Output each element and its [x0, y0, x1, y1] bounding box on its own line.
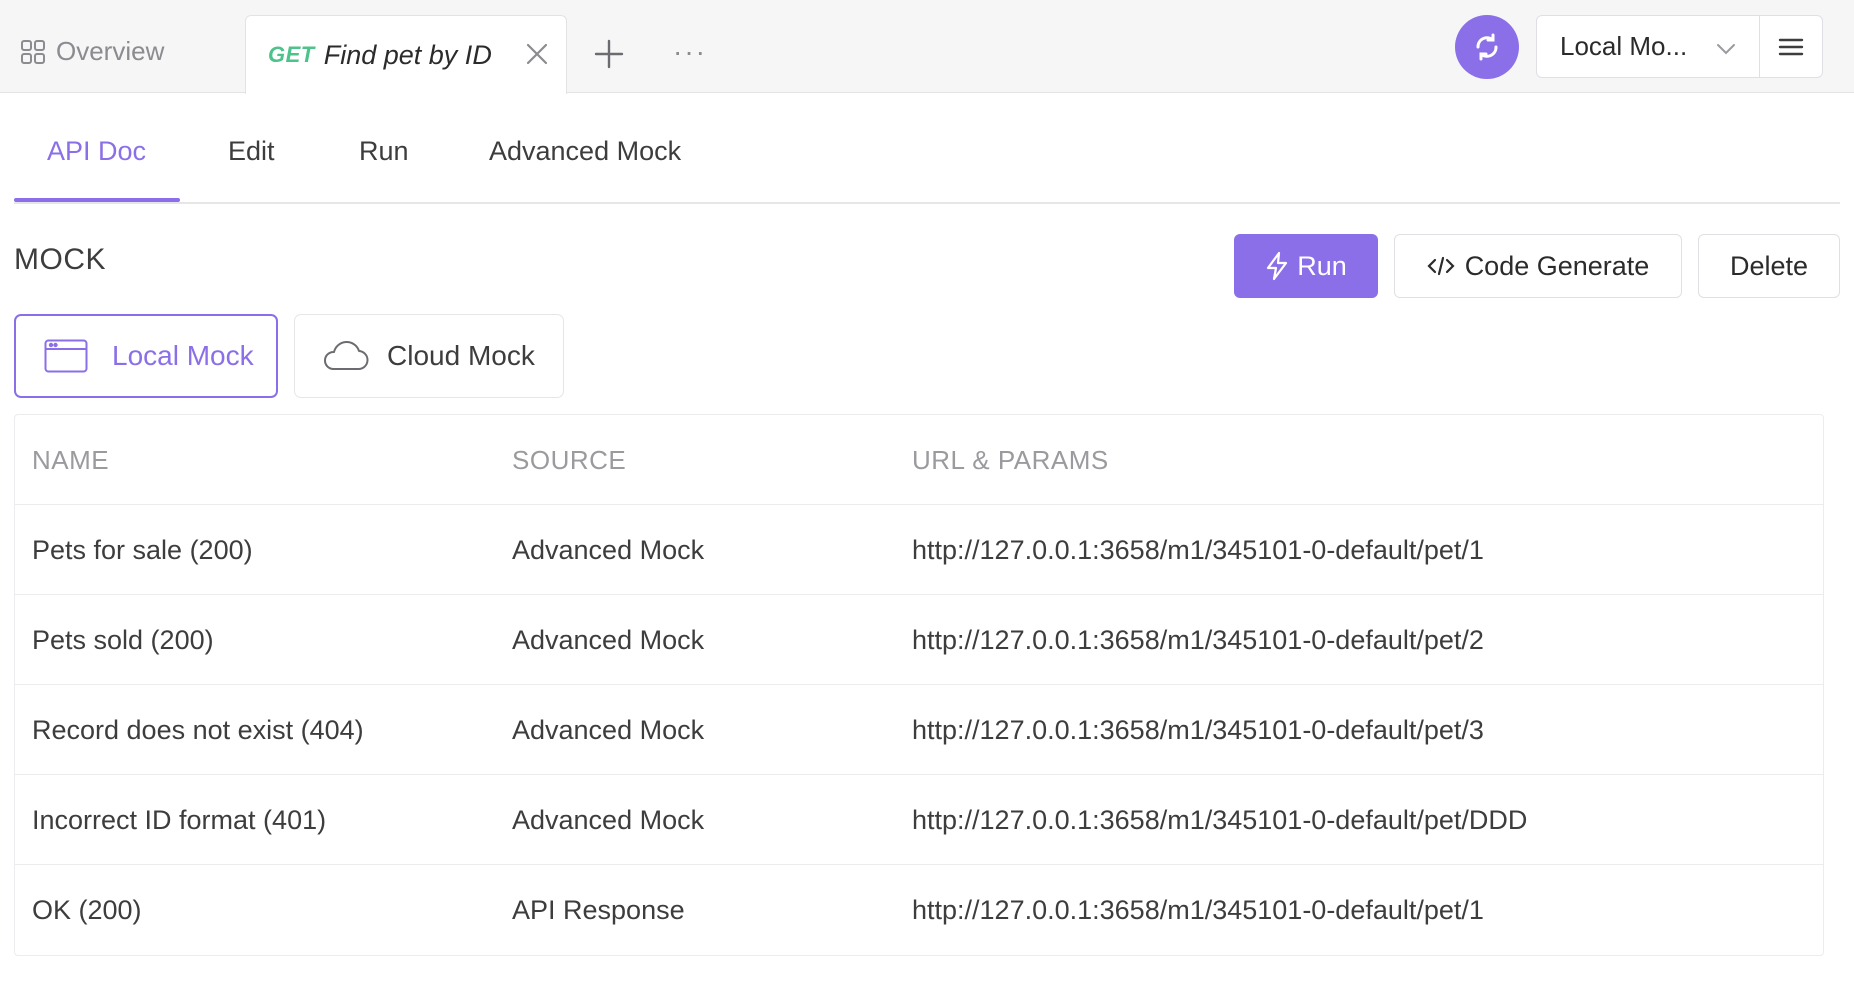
run-button-label: Run — [1297, 250, 1347, 281]
column-header-url-params: URL & PARAMS — [912, 444, 1109, 475]
table-row[interactable]: Record does not exist (404) Advanced Moc… — [15, 685, 1823, 775]
column-header-name: NAME — [32, 444, 110, 475]
cloud-mock-option[interactable]: Cloud Mock — [294, 314, 564, 398]
sync-button[interactable] — [1455, 15, 1519, 79]
column-header-source: SOURCE — [512, 444, 627, 475]
tab-overview[interactable]: Overview — [20, 36, 164, 67]
api-subtabs: API Doc Edit Run Advanced Mock — [14, 92, 1840, 204]
cell-source: Advanced Mock — [512, 534, 705, 565]
cell-url[interactable]: http://127.0.0.1:3658/m1/345101-0-defaul… — [912, 595, 1484, 685]
tab-find-pet-by-id[interactable]: GET Find pet by ID — [245, 15, 567, 94]
more-tabs-button[interactable]: ··· — [673, 36, 707, 68]
tab-title: Find pet by ID — [323, 39, 492, 70]
cell-source: API Response — [512, 894, 685, 925]
cell-url[interactable]: http://127.0.0.1:3658/m1/345101-0-defaul… — [912, 865, 1484, 955]
menu-button[interactable] — [1759, 15, 1823, 78]
subtab-run[interactable]: Run — [359, 136, 409, 167]
lightning-icon — [1267, 251, 1288, 281]
code-icon — [1427, 256, 1455, 276]
plus-icon[interactable] — [593, 38, 625, 70]
section-title: MOCK — [14, 243, 106, 276]
environment-value: Local Mo... — [1560, 31, 1688, 61]
cell-url[interactable]: http://127.0.0.1:3658/m1/345101-0-defaul… — [912, 505, 1484, 595]
table-row[interactable]: Pets sold (200) Advanced Mock http://127… — [15, 595, 1823, 685]
cell-name: Incorrect ID format (401) — [32, 804, 327, 835]
grid-icon — [21, 39, 45, 64]
table-row[interactable]: OK (200) API Response http://127.0.0.1:3… — [15, 865, 1823, 955]
cell-source: Advanced Mock — [512, 804, 705, 835]
cell-name: Pets sold (200) — [32, 624, 214, 655]
table-row[interactable]: Incorrect ID format (401) Advanced Mock … — [15, 775, 1823, 865]
close-icon[interactable] — [524, 41, 550, 67]
cell-name: Record does not exist (404) — [32, 714, 364, 745]
local-mock-label: Local Mock — [112, 340, 254, 371]
cloud-icon — [324, 341, 369, 371]
cell-name: OK (200) — [32, 894, 142, 925]
mock-table: NAME SOURCE URL & PARAMS Pets for sale (… — [14, 414, 1824, 956]
active-subtab-indicator — [14, 198, 180, 202]
environment-select[interactable]: Local Mo... — [1536, 15, 1760, 78]
run-button[interactable]: Run — [1234, 234, 1378, 298]
table-row[interactable]: Pets for sale (200) Advanced Mock http:/… — [15, 505, 1823, 595]
hamburger-menu-icon — [1778, 38, 1804, 55]
cell-source: Advanced Mock — [512, 714, 705, 745]
http-method-badge: GET — [268, 42, 315, 67]
table-header-row: NAME SOURCE URL & PARAMS — [15, 415, 1823, 505]
code-generate-label: Code Generate — [1464, 250, 1650, 281]
sync-icon — [1476, 33, 1498, 61]
cell-name: Pets for sale (200) — [32, 534, 253, 565]
cloud-mock-label: Cloud Mock — [387, 340, 535, 371]
cell-url[interactable]: http://127.0.0.1:3658/m1/345101-0-defaul… — [912, 775, 1527, 865]
local-mock-option[interactable]: Local Mock — [14, 314, 278, 398]
subtab-edit[interactable]: Edit — [228, 136, 275, 167]
subtab-advanced-mock[interactable]: Advanced Mock — [489, 136, 681, 167]
code-generate-button[interactable]: Code Generate — [1394, 234, 1682, 298]
delete-button[interactable]: Delete — [1698, 234, 1840, 298]
cell-source: Advanced Mock — [512, 624, 705, 655]
top-tab-bar: Overview GET Find pet by ID ··· Local Mo… — [0, 0, 1854, 94]
subtab-api-doc[interactable]: API Doc — [47, 136, 146, 167]
browser-window-icon — [44, 339, 88, 373]
chevron-down-icon — [1717, 44, 1735, 55]
tab-overview-label: Overview — [56, 36, 165, 66]
cell-url[interactable]: http://127.0.0.1:3658/m1/345101-0-defaul… — [912, 685, 1484, 775]
